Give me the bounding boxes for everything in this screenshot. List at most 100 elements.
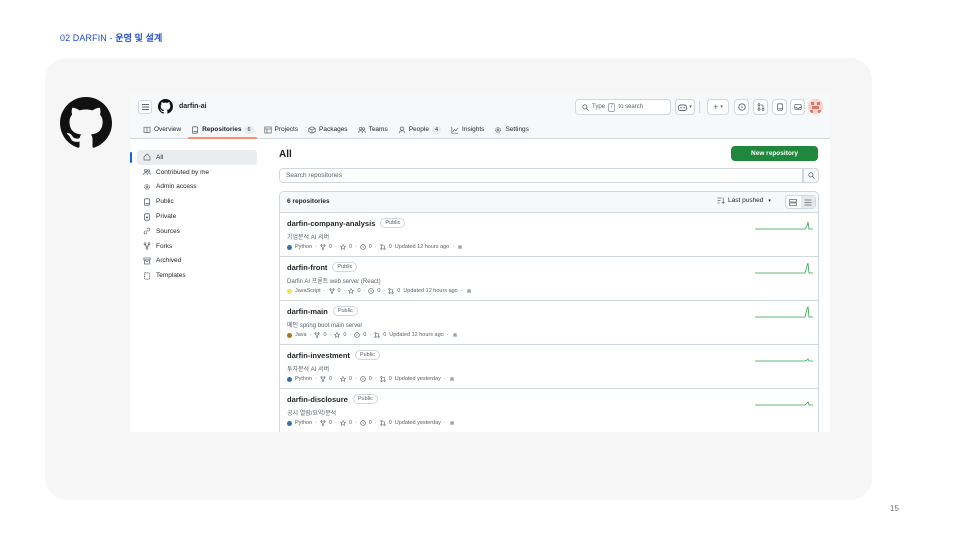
gear-icon[interactable] (449, 420, 455, 426)
repo-name-link[interactable]: darfin-disclosure (287, 395, 348, 404)
pr-count[interactable]: 0 (397, 288, 400, 294)
list-unordered-icon (804, 199, 812, 205)
issue-count[interactable]: 0 (369, 376, 372, 382)
tab-repositories[interactable]: Repositories 6 (186, 121, 258, 139)
copilot-icon (678, 104, 688, 111)
issue-count[interactable]: 0 (363, 332, 366, 338)
issue-opened-icon (360, 376, 366, 382)
fork-count[interactable]: 0 (329, 244, 332, 250)
notifications-button[interactable] (790, 99, 805, 115)
sort-dropdown[interactable]: Last pushed ▾ (717, 197, 771, 204)
header-divider (699, 101, 700, 113)
gear-icon[interactable] (457, 244, 463, 250)
org-avatar-icon[interactable] (158, 99, 173, 114)
fork-count[interactable]: 0 (329, 376, 332, 382)
separator-dot: · (309, 332, 312, 338)
tab-people[interactable]: People 4 (393, 121, 446, 138)
table-icon (263, 126, 272, 134)
issues-button[interactable] (734, 99, 749, 115)
user-avatar[interactable] (808, 99, 823, 114)
pr-count[interactable]: 0 (383, 332, 386, 338)
repo-language: Python (295, 420, 313, 426)
repositories-button[interactable] (772, 99, 787, 115)
sidebar-item-contributed[interactable]: Contributed by me (137, 165, 257, 180)
global-search-button[interactable]: Type / to search (575, 99, 671, 115)
fork-count[interactable]: 0 (329, 420, 332, 426)
repo-meta: Java · 0 · 0 · 0 · 0 Updated 12 hours ag… (287, 332, 458, 338)
gear-icon[interactable] (466, 288, 472, 294)
page-number: 15 (890, 504, 899, 513)
fork-count[interactable]: 0 (323, 332, 326, 338)
pr-count[interactable]: 0 (389, 244, 392, 250)
updated-timestamp: Updated 12 hours ago (394, 244, 450, 250)
new-repository-button[interactable]: New repository (731, 146, 818, 161)
star-count[interactable]: 0 (349, 420, 352, 426)
issue-count[interactable]: 0 (369, 420, 372, 426)
pull-requests-button[interactable] (753, 99, 768, 115)
updated-timestamp: Updated yesterday (394, 376, 441, 382)
sidebar-item-templates[interactable]: Templates (137, 268, 257, 283)
tab-packages[interactable]: Packages (303, 121, 353, 138)
star-count[interactable]: 0 (349, 244, 352, 250)
tab-insights[interactable]: Insights (446, 121, 489, 138)
sort-label: Last pushed (728, 197, 764, 204)
separator-dot: · (335, 244, 337, 250)
menu-button[interactable] (138, 100, 152, 114)
repo-name-link[interactable]: darfin-main (287, 307, 328, 316)
home-icon (143, 153, 151, 161)
sort-desc-icon (717, 197, 725, 204)
person-icon (398, 126, 406, 134)
sidebar-item-sources[interactable]: Sources (137, 224, 257, 239)
tab-settings[interactable]: Settings (489, 121, 534, 138)
git-pull-request-icon (380, 244, 386, 250)
repo-name-link[interactable]: darfin-front (287, 263, 327, 272)
repo-name-link[interactable]: darfin-investment (287, 351, 350, 360)
sidebar-item-label: Templates (156, 272, 186, 280)
tab-overview[interactable]: Overview (138, 121, 186, 138)
search-hint-post: to search (618, 104, 644, 110)
gear-icon[interactable] (449, 376, 455, 382)
sidebar-item-private[interactable]: Private (137, 209, 257, 224)
separator-dot: · (446, 332, 449, 338)
page-title: All (279, 149, 292, 160)
search-icon (582, 103, 589, 111)
sidebar-item-all[interactable]: All (130, 150, 257, 165)
tab-projects[interactable]: Projects (259, 121, 303, 138)
sidebar-item-forks[interactable]: Forks (137, 239, 257, 254)
issue-count[interactable]: 0 (377, 288, 380, 294)
issue-count[interactable]: 0 (369, 244, 372, 250)
separator-dot: · (443, 376, 446, 382)
star-count[interactable]: 0 (357, 288, 360, 294)
copilot-button[interactable]: ▾ (675, 99, 695, 115)
sidebar-item-admin[interactable]: Admin access (137, 180, 257, 195)
create-new-button[interactable]: + ▾ (707, 99, 729, 115)
graph-icon (451, 126, 459, 134)
updated-timestamp: Updated yesterday (394, 420, 441, 426)
language-color-dot (287, 376, 292, 382)
org-name-link[interactable]: darfin-ai (179, 103, 207, 110)
card-view-button[interactable] (786, 196, 801, 208)
list-view-button[interactable] (800, 196, 815, 208)
fork-count[interactable]: 0 (338, 288, 341, 294)
separator-dot: · (315, 420, 317, 426)
link-icon (143, 227, 151, 235)
git-pull-request-icon (380, 420, 386, 426)
repo-description: Darfin AI 프론트 web server (React) (287, 279, 381, 285)
pr-count[interactable]: 0 (389, 376, 392, 382)
updated-timestamp: Updated 12 hours ago (403, 288, 458, 294)
sidebar-item-public[interactable]: Public (137, 194, 257, 209)
tab-label: Overview (154, 126, 182, 133)
repo-name-link[interactable]: darfin-company-analysis (287, 219, 375, 228)
sidebar-item-archived[interactable]: Archived (137, 254, 257, 269)
tab-label: Insights (462, 126, 485, 133)
tab-teams[interactable]: Teams (353, 121, 393, 138)
gear-icon[interactable] (452, 332, 458, 338)
pr-count[interactable]: 0 (389, 420, 392, 426)
people-icon (357, 126, 366, 134)
star-count[interactable]: 0 (349, 376, 352, 382)
git-pull-request-icon (388, 288, 394, 294)
repo-meta: JavaScript · 0 · 0 · 0 · 0 Updated 12 ho… (287, 288, 472, 294)
star-count[interactable]: 0 (343, 332, 346, 338)
repo-search-input[interactable]: Search repositories (279, 168, 803, 183)
repo-search-button[interactable] (803, 168, 819, 183)
